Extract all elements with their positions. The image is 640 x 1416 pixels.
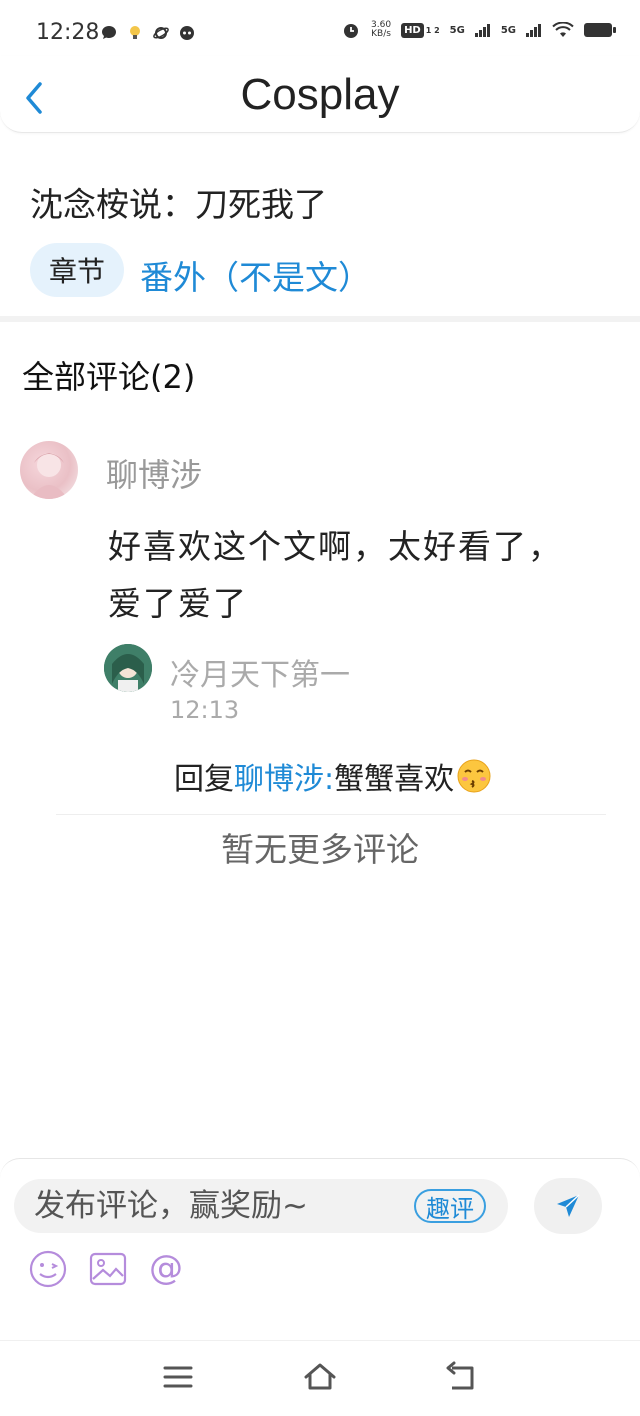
avatar[interactable] bbox=[20, 441, 78, 499]
signal-bars-icon-2 bbox=[526, 24, 541, 37]
reply-timestamp: 12:13 bbox=[170, 696, 240, 724]
menu-icon[interactable] bbox=[160, 1360, 196, 1394]
planet-icon bbox=[153, 27, 169, 39]
sim-slots: 1 2 bbox=[425, 25, 440, 35]
comments-heading: 全部评论(2) bbox=[22, 358, 196, 396]
emoji-icon[interactable] bbox=[28, 1249, 68, 1289]
reply-prefix: 回复 bbox=[174, 762, 234, 797]
reply-username[interactable]: 冷月天下第一 bbox=[170, 650, 350, 694]
lightbulb-icon bbox=[130, 26, 140, 39]
net-speed-unit: KB/s bbox=[371, 29, 391, 39]
comments-end-divider bbox=[56, 814, 606, 815]
hd-badge: HD bbox=[401, 22, 424, 38]
avatar-image bbox=[30, 453, 68, 499]
message-icon bbox=[102, 26, 116, 39]
chapter-tag: 章节 bbox=[30, 243, 124, 297]
back-nav-icon[interactable] bbox=[444, 1360, 480, 1394]
app-face-icon bbox=[180, 26, 194, 40]
kissing-face-icon bbox=[457, 759, 491, 793]
home-icon[interactable] bbox=[302, 1360, 338, 1394]
reply-avatar[interactable] bbox=[104, 644, 152, 692]
comment-text: 好喜欢这个文啊，太好看了，爱了爱了 bbox=[108, 527, 563, 623]
net-speed: 3.60 KB/s bbox=[371, 21, 391, 39]
battery-icon bbox=[584, 23, 616, 37]
status-time: 12:28 bbox=[36, 20, 100, 45]
section-divider bbox=[0, 316, 640, 322]
page-title: Cosplay bbox=[240, 70, 400, 119]
mention-icon[interactable]: @ bbox=[146, 1249, 186, 1289]
qu-ping-button[interactable]: 趣评 bbox=[414, 1189, 486, 1223]
reply-text: 蟹蟹喜欢 bbox=[334, 762, 455, 797]
image-icon[interactable] bbox=[88, 1249, 128, 1289]
svg-text:@: @ bbox=[149, 1249, 183, 1288]
signal1-label: 5G bbox=[449, 24, 465, 36]
system-status-icons: 3.60 KB/s HD 1 2 5G 5G bbox=[341, 20, 616, 40]
notification-icons bbox=[100, 24, 196, 42]
post-title: 沈念桉说：刀死我了 bbox=[30, 185, 327, 224]
reply-mention[interactable]: 聊博涉: bbox=[234, 754, 334, 798]
signal-bars-icon bbox=[474, 24, 490, 37]
send-icon bbox=[557, 1194, 580, 1217]
no-more-comments: 暂无更多评论 bbox=[221, 830, 419, 869]
comment-username[interactable]: 聊博涉 bbox=[106, 450, 202, 496]
chapter-link[interactable]: 番外（不是文） bbox=[140, 251, 371, 299]
signal2-label: 5G bbox=[500, 24, 516, 36]
reply-content: 回复 聊博涉: 蟹蟹喜欢 bbox=[174, 754, 492, 798]
wifi-icon bbox=[552, 22, 574, 37]
reply-avatar-image bbox=[104, 644, 152, 692]
alarm-icon bbox=[344, 24, 359, 38]
send-button[interactable] bbox=[534, 1178, 602, 1234]
